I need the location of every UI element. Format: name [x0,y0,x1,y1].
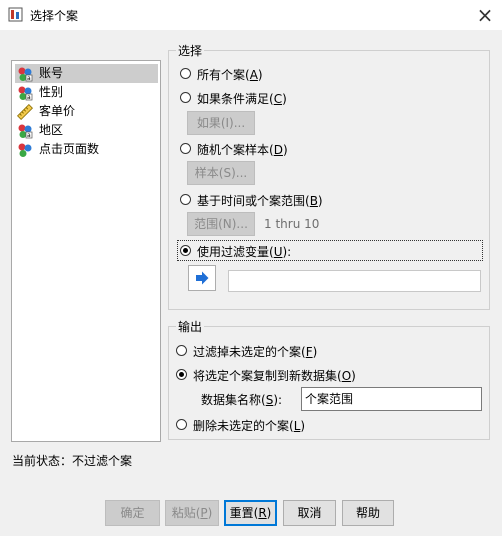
select-group-label: 选择 [176,42,205,59]
radio-filter-var[interactable] [180,245,191,256]
variable-label: 账号 [39,66,64,80]
variable-item-unit-price[interactable]: 客单价 [15,102,158,121]
arrow-right-icon [196,271,209,285]
radio-random-sample[interactable] [180,143,191,154]
range-button[interactable]: 范围(N)... [187,212,255,236]
filter-variable-field[interactable] [228,270,481,292]
move-variable-button[interactable] [188,265,216,291]
copy-new-label[interactable]: 将选定个案复制到新数据集(O) [193,367,356,384]
close-button[interactable]: × [470,2,500,28]
variable-label: 性别 [39,85,64,99]
svg-text:a: a [27,75,31,82]
output-group-label: 输出 [176,318,205,335]
reset-button[interactable]: 重置(R) [224,500,277,526]
cancel-button[interactable]: 取消 [283,500,336,526]
app-icon [8,7,23,22]
variable-item-account[interactable]: a 账号 [15,64,158,83]
all-cases-label[interactable]: 所有个案(A) [197,66,263,83]
range-value: 1 thru 10 [264,217,320,231]
dataset-name-label: 数据集名称(S): [201,393,283,407]
random-sample-label[interactable]: 随机个案样本(D) [197,141,288,158]
window-title: 选择个案 [30,9,79,23]
paste-button[interactable]: 粘贴(P) [165,500,219,526]
nominal-variable-icon: a [18,67,33,82]
variable-label: 客单价 [39,104,76,118]
ok-button[interactable]: 确定 [105,500,160,526]
filter-var-label[interactable]: 使用过滤变量(U): [197,243,291,260]
sample-button[interactable]: 样本(S)... [187,161,255,185]
delete-label[interactable]: 删除未选定的个案(L) [193,417,305,434]
radio-if-condition[interactable] [180,92,191,103]
svg-text:a: a [27,132,31,139]
radio-all-cases[interactable] [180,68,191,79]
radio-copy-new[interactable] [176,369,187,380]
variable-item-gender[interactable]: a 性别 [15,83,158,102]
if-condition-label[interactable]: 如果条件满足(C) [197,90,287,107]
radio-time-range[interactable] [180,194,191,205]
svg-text:a: a [27,94,31,101]
status-text: 当前状态：不过滤个案 [12,454,133,468]
variable-item-page-clicks[interactable]: 点击页面数 [15,140,158,159]
variable-label: 地区 [39,123,64,137]
radio-delete[interactable] [176,419,187,430]
variable-label: 点击页面数 [39,142,100,156]
filter-out-label[interactable]: 过滤掉未选定的个案(F) [193,343,317,360]
scale-variable-icon [17,104,33,120]
help-button[interactable]: 帮助 [342,500,394,526]
if-button[interactable]: 如果(I)... [187,111,255,135]
nominal-variable-icon [18,143,32,157]
nominal-variable-icon: a [18,124,33,139]
variable-list[interactable]: a 账号 a 性别 客单价 a 地区 点击页面数 [11,60,161,442]
radio-filter-out[interactable] [176,345,187,356]
nominal-variable-icon: a [18,86,33,101]
time-range-label[interactable]: 基于时间或个案范围(B) [197,192,323,209]
dataset-name-input[interactable]: 个案范围 [301,387,482,411]
variable-item-region[interactable]: a 地区 [15,121,158,140]
